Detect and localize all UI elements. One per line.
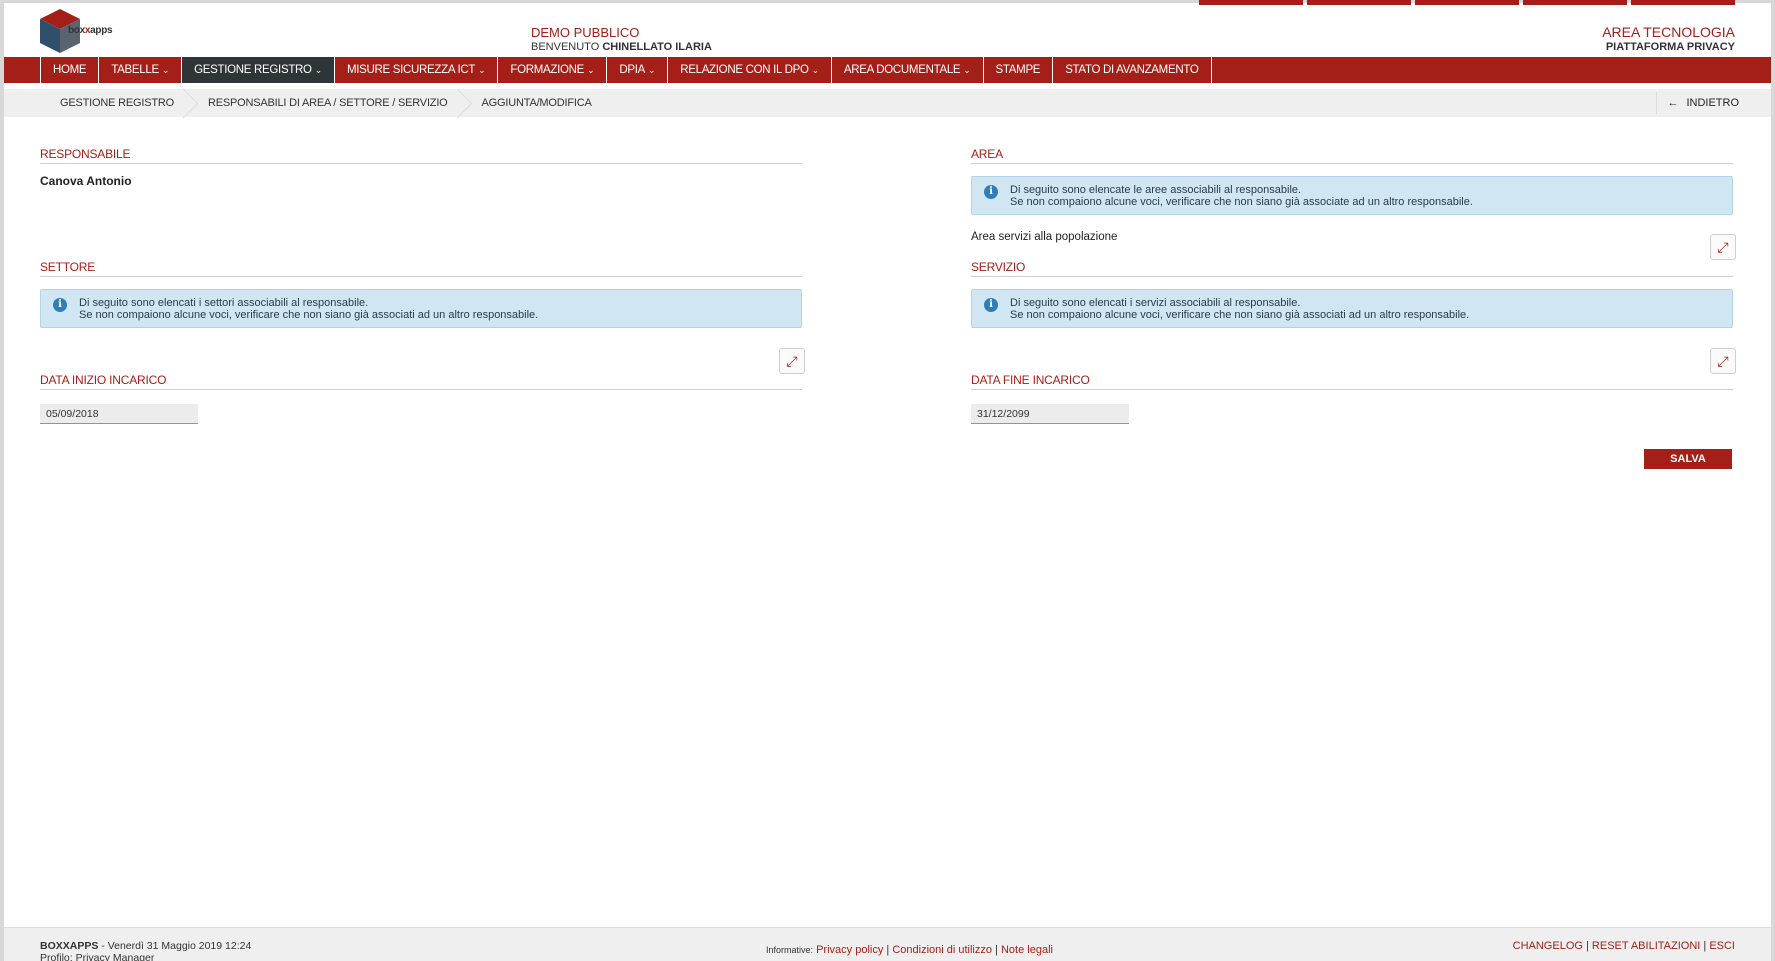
footer-actions: CHANGELOG | RESET ABILITAZIONI | ESCI <box>1512 940 1735 952</box>
conditions-link[interactable]: Condizioni di utilizzo <box>892 944 992 956</box>
main-nav: HOME TABELLE ⌄ GESTIONE REGISTRO ⌄ MISURE … <box>4 57 1771 83</box>
info-box: i Di seguito sono elencate le aree assoc… <box>971 176 1733 215</box>
footer-info: BOXXAPPS - Venerdì 31 Maggio 2019 12:24 … <box>40 940 251 961</box>
chevron-down-icon: ⌄ <box>314 65 323 75</box>
breadcrumb-item[interactable]: GESTIONE REGISTRO <box>40 89 188 117</box>
section-title: DATA FINE INCARICO <box>971 373 1733 390</box>
info-box: i Di seguito sono elencati i settori ass… <box>40 289 802 328</box>
info-text: Di seguito sono elencate le aree associa… <box>1010 184 1302 196</box>
info-text: Di seguito sono elencati i settori assoc… <box>79 297 369 309</box>
chevron-down-icon: ⌄ <box>811 65 820 75</box>
nav-dpia[interactable]: DPIA ⌄ <box>607 57 669 83</box>
nav-home[interactable]: HOME <box>40 57 100 83</box>
breadcrumb-bar: GESTIONE REGISTRO RESPONSABILI DI AREA /… <box>4 89 1771 117</box>
platform-label: PIATTAFORMA PRIVACY <box>1605 41 1735 53</box>
data-inizio-input[interactable] <box>40 404 198 424</box>
info-text: Se non compaiono alcune voci, verificare… <box>79 309 539 321</box>
section-title: RESPONSABILE <box>40 147 802 164</box>
data-fine-section: DATA FINE INCARICO <box>971 373 1733 424</box>
logo-text: boxxapps <box>68 25 113 36</box>
privacy-policy-link[interactable]: Privacy policy <box>816 944 883 956</box>
expand-icon[interactable]: ⤢ <box>1710 348 1736 374</box>
nav-stato-avanzamento[interactable]: STATO DI AVANZAMENTO <box>1053 57 1212 83</box>
section-title: AREA <box>971 147 1733 164</box>
info-icon: i <box>984 185 998 199</box>
info-icon: i <box>984 298 998 312</box>
header-center: DEMO PUBBLICO BENVENUTO CHINELLATO ILARI… <box>531 25 712 55</box>
header-right: AREA TECNOLOGIA PIATTAFORMA PRIVACY <box>1602 25 1735 55</box>
nav-misure-sicurezza[interactable]: MISURE SICUREZZA ICT ⌄ <box>335 57 499 83</box>
footer-links: Informative: Privacy policy | Condizioni… <box>766 944 1053 956</box>
area-label: AREA TECNOLOGIA <box>1602 24 1735 40</box>
section-title: DATA INIZIO INCARICO <box>40 373 802 390</box>
data-inizio-section: DATA INIZIO INCARICO <box>40 373 802 424</box>
nav-stampe[interactable]: STAMPE <box>984 57 1054 83</box>
info-text: Di seguito sono elencati i servizi assoc… <box>1010 297 1301 309</box>
info-text: Se non compaiono alcune voci, verificare… <box>1010 309 1470 321</box>
legal-notes-link[interactable]: Note legali <box>1001 944 1053 956</box>
arrow-left-icon: ← <box>1667 97 1679 109</box>
exit-link[interactable]: ESCI <box>1709 940 1735 952</box>
section-title: SETTORE <box>40 260 802 277</box>
chevron-down-icon: ⌄ <box>587 65 595 75</box>
nav-gestione-registro[interactable]: GESTIONE REGISTRO ⌄ <box>182 57 335 83</box>
chevron-down-icon: ⌄ <box>647 65 656 75</box>
responsabile-section: RESPONSABILE Canova Antonio <box>40 147 802 188</box>
info-box: i Di seguito sono elencati i servizi ass… <box>971 289 1733 328</box>
profile-text: Profilo: Privacy Manager <box>40 952 155 961</box>
nav-formazione[interactable]: FORMAZIONE ⌄ <box>498 57 608 83</box>
back-button[interactable]: ← INDIETRO <box>1656 92 1739 114</box>
info-text: Se non compaiono alcune voci, verificare… <box>1010 196 1473 208</box>
settore-section: SETTORE i Di seguito sono elencati i set… <box>40 260 802 328</box>
expand-icon[interactable]: ⤢ <box>779 348 805 374</box>
info-icon: i <box>53 298 67 312</box>
breadcrumb: GESTIONE REGISTRO RESPONSABILI DI AREA /… <box>40 89 606 117</box>
reset-abilitazioni-link[interactable]: RESET ABILITAZIONI <box>1592 940 1700 952</box>
footer: BOXXAPPS - Venerdì 31 Maggio 2019 12:24 … <box>4 927 1771 961</box>
section-title: SERVIZIO <box>971 260 1733 277</box>
nav-area-documentale[interactable]: AREA DOCUMENTALE ⌄ <box>832 57 984 83</box>
chevron-down-icon: ⌄ <box>963 65 971 75</box>
area-value[interactable]: Area servizi alla popolazione <box>971 231 1733 243</box>
breadcrumb-item[interactable]: RESPONSABILI DI AREA / SETTORE / SERVIZI… <box>188 89 462 117</box>
nav-relazione-dpo[interactable]: RELAZIONE CON IL DPO ⌄ <box>668 57 832 83</box>
chevron-down-icon: ⌄ <box>161 65 170 75</box>
data-fine-input[interactable] <box>971 404 1129 424</box>
demo-label: DEMO PUBBLICO <box>531 25 640 40</box>
nav-tabelle[interactable]: TABELLE ⌄ <box>99 57 183 83</box>
area-section: AREA i Di seguito sono elencate le aree … <box>971 147 1733 243</box>
top-strips <box>1199 0 1735 5</box>
servizio-section: SERVIZIO i Di seguito sono elencati i se… <box>971 260 1733 328</box>
welcome-text: BENVENUTO CHINELLATO ILARIA <box>531 41 712 53</box>
changelog-link[interactable]: CHANGELOG <box>1513 940 1583 952</box>
chevron-down-icon: ⌄ <box>478 65 486 75</box>
breadcrumb-item: AGGIUNTA/MODIFICA <box>481 97 592 109</box>
responsabile-value: Canova Antonio <box>40 174 132 188</box>
header: boxxapps DEMO PUBBLICO BENVENUTO CHINELL… <box>4 7 1771 59</box>
save-button[interactable]: SALVA <box>1644 449 1732 469</box>
expand-icon[interactable]: ⤢ <box>1710 234 1736 260</box>
